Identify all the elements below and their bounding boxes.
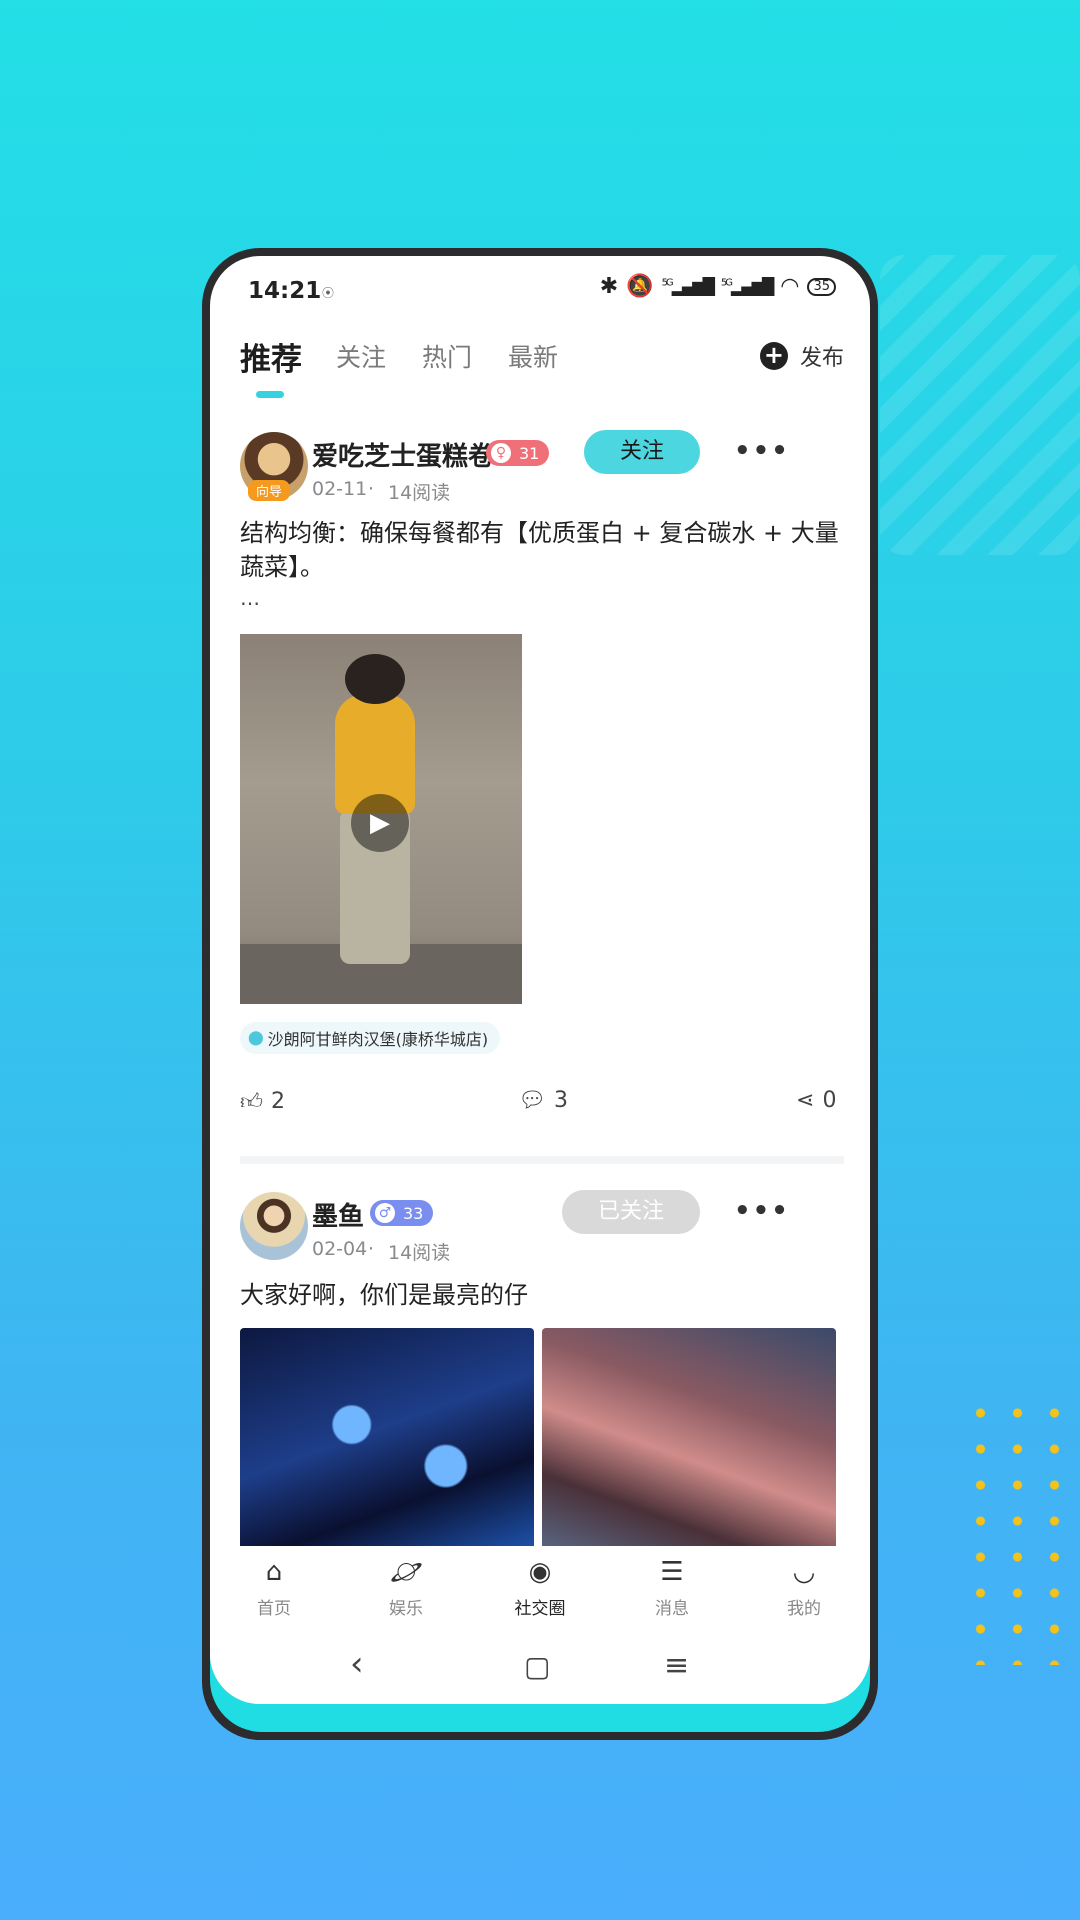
- phone-frame: 14:21 ⦿ ✱ 🔕 5G▂▄▆█ 5G▂▄▆█ ◠ 35 推荐 关注 热门 …: [202, 248, 878, 1740]
- post-image[interactable]: [542, 1328, 836, 1558]
- decorative-stripes: [880, 255, 1080, 555]
- signal-icon: 5G▂▄▆█: [661, 277, 715, 296]
- meta-separator: ·: [368, 1238, 375, 1260]
- mute-icon: 🔕: [626, 274, 654, 299]
- tab-recommend[interactable]: 推荐: [240, 334, 302, 379]
- comment-button[interactable]: 💬︎ 3: [518, 1088, 568, 1113]
- level-value: 33: [403, 1203, 424, 1223]
- avatar-badge-wrap: 向导: [240, 432, 308, 512]
- thumbs-up-icon: 👍︎: [240, 1090, 263, 1115]
- more-icon[interactable]: •••: [734, 1196, 790, 1226]
- nav-profile-label: 我的: [787, 1599, 821, 1619]
- follow-button[interactable]: 关注: [584, 430, 700, 474]
- nav-home-label: 首页: [257, 1599, 291, 1619]
- post-actions: 👍︎ 2 💬︎ 3 ⋖ 0: [240, 1088, 844, 1124]
- comment-icon: 💬︎: [518, 1088, 546, 1113]
- nav-messages-label: 消息: [655, 1599, 689, 1619]
- location-service-icon: ⦿: [322, 286, 335, 300]
- avatar[interactable]: [240, 1192, 308, 1260]
- level-value: 31: [519, 443, 540, 463]
- play-icon[interactable]: ▶: [351, 794, 409, 852]
- post-content[interactable]: 结构均衡：确保每餐都有【优质蛋白 + 复合碳水 + 大量蔬菜】。: [240, 516, 840, 584]
- post-reads: 14阅读: [388, 1242, 451, 1264]
- decorative-dots: [962, 1395, 1062, 1665]
- nav-social-label: 社交圈: [514, 1599, 566, 1619]
- nav-entertainment[interactable]: 🪐︎ 娱乐: [366, 1556, 446, 1619]
- post-username[interactable]: 爱吃芝士蛋糕卷: [312, 436, 494, 473]
- share-count: 0: [822, 1088, 837, 1113]
- post-reads: 14阅读: [388, 482, 451, 504]
- status-time: 14:21: [248, 278, 322, 304]
- level-badge: ♂ 33: [370, 1200, 434, 1226]
- battery-icon: 35: [807, 277, 836, 296]
- post-ellipsis: …: [240, 586, 260, 610]
- nav-social[interactable]: ◉ 社交圈: [500, 1556, 580, 1619]
- more-icon[interactable]: •••: [734, 436, 790, 466]
- post-date: 02-04: [312, 1238, 368, 1260]
- post-username[interactable]: 墨鱼: [312, 1196, 364, 1233]
- nav-profile[interactable]: ◡ 我的: [764, 1556, 844, 1619]
- nav-entertainment-label: 娱乐: [389, 1599, 423, 1619]
- feed-tabs: 推荐 关注 热门 最新: [240, 338, 840, 398]
- level-badge: ♀ 31: [486, 440, 550, 466]
- location-pin-icon: ⬤: [248, 1030, 264, 1046]
- planet-icon: 🪐︎: [390, 1557, 424, 1587]
- system-nav-bar: ‹ ▢ ≡: [210, 1636, 870, 1704]
- back-icon[interactable]: ‹: [350, 1644, 364, 1684]
- guide-badge: 向导: [248, 480, 291, 501]
- video-figure-head: [345, 654, 405, 704]
- home-square-icon[interactable]: ▢: [524, 1650, 550, 1683]
- publish-button[interactable]: + 发布: [759, 340, 844, 372]
- like-button[interactable]: 👍︎ 2: [240, 1088, 285, 1115]
- post-image[interactable]: [240, 1328, 534, 1558]
- tab-indicator: [256, 391, 284, 398]
- followed-button[interactable]: 已关注: [562, 1190, 700, 1234]
- share-icon: ⋖: [796, 1088, 815, 1113]
- post-divider: [240, 1156, 844, 1164]
- like-count: 2: [271, 1089, 285, 1114]
- location-chip[interactable]: ⬤ 沙朗阿甘鲜肉汉堡(康桥华城店): [240, 1022, 501, 1054]
- plus-icon: +: [759, 342, 788, 370]
- status-bar: 14:21 ⦿ ✱ 🔕 5G▂▄▆█ 5G▂▄▆█ ◠ 35: [210, 256, 870, 316]
- nav-messages[interactable]: ☰ 消息: [632, 1556, 712, 1619]
- signal-label-2: 5G: [720, 277, 733, 289]
- post-date: 02-11: [312, 478, 368, 500]
- comment-count: 3: [553, 1088, 568, 1113]
- phone-screen: 14:21 ⦿ ✱ 🔕 5G▂▄▆█ 5G▂▄▆█ ◠ 35 推荐 关注 热门 …: [210, 256, 870, 1704]
- message-icon: ☰: [660, 1557, 684, 1587]
- nav-home[interactable]: ⌂ 首页: [234, 1556, 314, 1619]
- wifi-icon: ◠: [780, 274, 800, 299]
- tab-following[interactable]: 关注: [336, 338, 386, 374]
- signal-icon-2: 5G▂▄▆█: [720, 277, 774, 296]
- publish-label: 发布: [799, 346, 844, 371]
- menu-icon[interactable]: ≡: [664, 1648, 689, 1683]
- signal-label: 5G: [661, 277, 674, 289]
- post-content[interactable]: 大家好啊，你们是最亮的仔: [240, 1278, 840, 1312]
- post-video[interactable]: ▶: [240, 634, 522, 1004]
- profile-icon: ◡: [792, 1557, 816, 1587]
- bluetooth-icon: ✱: [599, 274, 619, 299]
- broadcast-icon: ◉: [528, 1557, 552, 1587]
- location-label: 沙朗阿甘鲜肉汉堡(康桥华城店): [267, 1030, 489, 1049]
- bottom-nav: ⌂ 首页 🪐︎ 娱乐 ◉ 社交圈 ☰ 消息 ◡ 我的: [210, 1546, 870, 1636]
- home-icon: ⌂: [265, 1557, 283, 1587]
- tab-latest[interactable]: 最新: [508, 338, 558, 374]
- tab-hot[interactable]: 热门: [422, 338, 472, 374]
- female-icon: ♀: [491, 443, 511, 463]
- share-button[interactable]: ⋖ 0: [796, 1088, 836, 1113]
- meta-separator: ·: [368, 478, 375, 500]
- male-icon: ♂: [375, 1203, 395, 1223]
- status-icons: ✱ 🔕 5G▂▄▆█ 5G▂▄▆█ ◠ 35: [600, 274, 836, 299]
